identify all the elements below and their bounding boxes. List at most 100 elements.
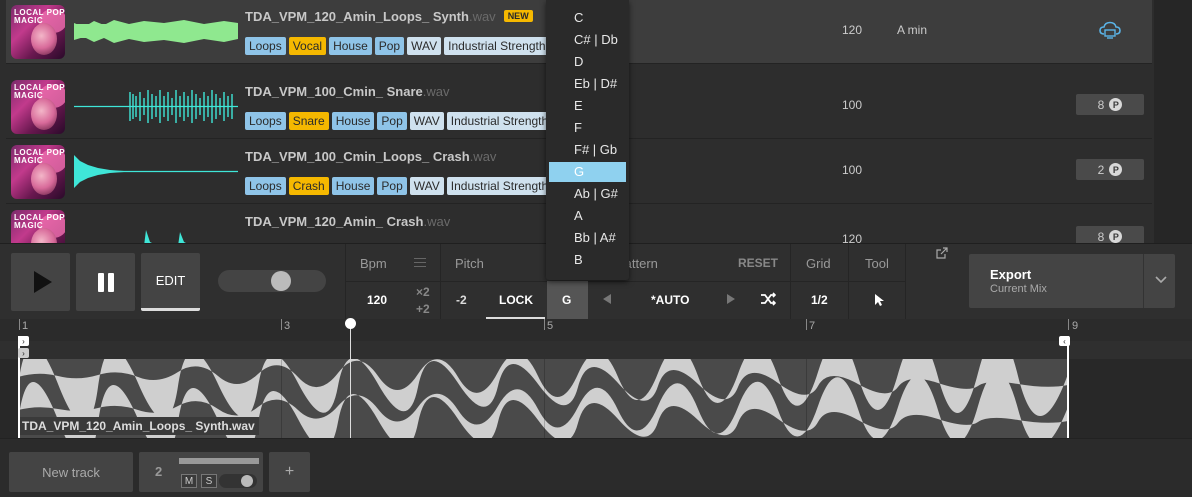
sample-title[interactable]: TDA_VPM_100_Cmin_Loops_ Crash.wav	[245, 149, 496, 164]
key-option[interactable]: D	[549, 52, 626, 72]
key-option[interactable]: B	[549, 250, 626, 270]
album-cover: LOCAL POP MAGIC	[11, 210, 65, 243]
tag[interactable]: Pop	[377, 112, 407, 130]
tag[interactable]: Industrial Strength	[446, 112, 553, 130]
tag[interactable]: Industrial Strength	[446, 177, 553, 195]
tag[interactable]: Loops	[245, 37, 286, 55]
tag[interactable]: House	[331, 177, 375, 195]
key-option[interactable]: C# | Db	[549, 30, 626, 50]
grid-value[interactable]: 1/2	[811, 293, 828, 307]
track-number: 2	[155, 464, 163, 479]
loop-end-line	[1067, 336, 1069, 438]
key-select[interactable]: G	[547, 281, 588, 320]
key-option[interactable]: Bb | A#	[549, 228, 626, 248]
bar-number: 3	[284, 320, 291, 332]
key-option[interactable]: Ab | G#	[549, 184, 626, 204]
tag[interactable]: Loops	[245, 177, 286, 195]
key-option[interactable]: C	[549, 8, 626, 28]
volume-knob[interactable]	[271, 271, 291, 291]
track-volume-knob[interactable]	[241, 475, 253, 487]
tag[interactable]: Industrial Strength	[444, 37, 550, 55]
bpm-modifiers[interactable]: ×2 +2	[416, 284, 430, 318]
pattern-prev-icon[interactable]	[603, 294, 611, 304]
tag[interactable]: Vocal	[288, 37, 327, 55]
key-dropdown[interactable]: C C# | Db D Eb | D# E F F# | Gb G Ab | G…	[546, 0, 629, 280]
sample-bpm: 120	[842, 23, 863, 37]
loop-start-handle[interactable]: ›	[18, 336, 29, 346]
volume-slider[interactable]	[218, 270, 326, 292]
timeline-ruler[interactable]: 1 3 5 7 9	[0, 319, 1192, 341]
playhead-handle[interactable]	[345, 318, 356, 329]
key-option[interactable]: E	[549, 96, 626, 116]
credit-icon: P	[1109, 98, 1123, 111]
bar-number: 1	[22, 320, 29, 332]
waveform-preview[interactable]	[74, 9, 238, 54]
grid-line	[544, 359, 545, 438]
grid-label: Grid	[806, 256, 831, 271]
key-option[interactable]: F	[549, 118, 626, 138]
album-cover: LOCAL POP MAGIC	[11, 80, 65, 134]
export-button[interactable]: Export Current Mix	[969, 254, 1175, 308]
sample-bpm: 100	[842, 163, 863, 177]
shuffle-icon[interactable]	[760, 292, 776, 306]
track-volume-slider[interactable]	[219, 474, 257, 488]
buy-credits-button[interactable]: 8 P	[1076, 226, 1144, 243]
pause-button[interactable]	[76, 253, 135, 311]
clip-start-handle[interactable]: ›	[18, 348, 29, 358]
bpm-add[interactable]: +2	[416, 301, 430, 318]
add-track-button[interactable]: +	[269, 452, 310, 492]
tag-list: Loops Crash House Pop WAV Industrial Str…	[245, 177, 553, 195]
mute-button[interactable]: M	[181, 474, 197, 488]
tag[interactable]: House	[329, 37, 372, 55]
solo-button[interactable]: S	[201, 474, 217, 488]
pitch-value[interactable]: -2	[456, 293, 467, 307]
popout-icon[interactable]	[936, 247, 948, 259]
album-cover: LOCAL POP MAGIC	[11, 145, 65, 199]
sample-title[interactable]: TDA_VPM_120_Amin_Loops_ Synth.wav NEW	[245, 9, 533, 24]
waveform-preview[interactable]	[74, 149, 238, 194]
tag[interactable]: WAV	[407, 37, 442, 55]
key-option-selected[interactable]: G	[549, 162, 626, 182]
tag[interactable]: Crash	[288, 177, 329, 195]
key-option[interactable]: Eb | D#	[549, 74, 626, 94]
tool-section: Tool	[848, 244, 906, 320]
cover-text: LOCAL POP MAGIC	[14, 8, 65, 25]
toolbar-divider	[790, 281, 906, 282]
play-button[interactable]	[11, 253, 70, 311]
tag[interactable]: Pop	[374, 37, 405, 55]
pitch-label: Pitch	[455, 256, 484, 271]
tag[interactable]: House	[331, 112, 375, 130]
menu-lines-icon[interactable]	[414, 258, 426, 270]
sample-title[interactable]: TDA_VPM_100_Cmin_ Snare.wav	[245, 84, 449, 99]
playhead[interactable]	[350, 320, 351, 438]
chevron-down-icon[interactable]	[1155, 276, 1167, 284]
sample-title[interactable]: TDA_VPM_120_Amin_ Crash.wav	[245, 214, 450, 229]
buy-credits-button[interactable]: 8 P	[1076, 94, 1144, 115]
pattern-next-icon[interactable]	[727, 294, 735, 304]
bar-tick	[544, 319, 545, 330]
cloud-icon[interactable]	[1099, 21, 1121, 39]
key-option[interactable]: F# | Gb	[549, 140, 626, 160]
tag[interactable]: WAV	[409, 112, 444, 130]
pattern-value[interactable]: *AUTO	[651, 293, 689, 307]
tag[interactable]: Loops	[245, 112, 286, 130]
bpm-double[interactable]: ×2	[416, 284, 430, 301]
edit-button[interactable]: EDIT	[141, 253, 200, 311]
waveform-preview[interactable]	[74, 84, 238, 129]
track-chip[interactable]: 2 M S	[139, 452, 263, 492]
album-cover: LOCAL POP MAGIC	[11, 5, 65, 59]
new-badge: NEW	[503, 10, 533, 22]
waveform-preview[interactable]	[74, 214, 238, 243]
tag[interactable]: WAV	[409, 177, 444, 195]
loop-lane[interactable]	[0, 341, 1192, 359]
lock-button[interactable]: LOCK	[499, 293, 533, 307]
reset-button[interactable]: RESET	[738, 256, 778, 270]
bpm-value[interactable]: 120	[367, 293, 387, 307]
new-track-button[interactable]: New track	[9, 452, 133, 492]
tag[interactable]: Snare	[288, 112, 329, 130]
loop-end-handle[interactable]: ‹	[1059, 336, 1070, 346]
pointer-tool-icon[interactable]	[873, 293, 885, 307]
buy-credits-button[interactable]: 2 P	[1076, 159, 1144, 180]
tag[interactable]: Pop	[377, 177, 407, 195]
key-option[interactable]: A	[549, 206, 626, 226]
